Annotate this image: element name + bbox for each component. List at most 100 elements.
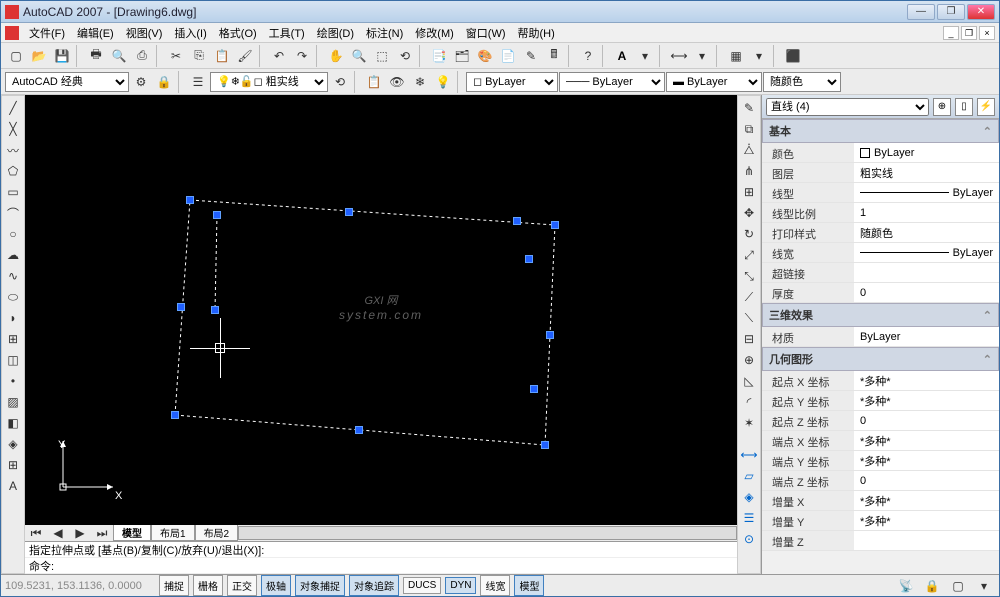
extend-icon[interactable]: ⟍ — [738, 308, 760, 328]
prop-linetype[interactable]: ByLayer — [854, 183, 999, 202]
copy-obj-icon[interactable]: ⧉ — [738, 119, 760, 139]
mtext-icon[interactable]: A — [2, 476, 24, 496]
prop-thickness[interactable]: 0 — [854, 283, 999, 302]
block-icon[interactable]: ⬛ — [782, 45, 804, 67]
region-icon[interactable]: ◈ — [2, 434, 24, 454]
array-icon[interactable]: ⊞ — [738, 182, 760, 202]
sheet-set-icon[interactable]: 📄 — [497, 45, 519, 67]
undo-icon[interactable]: ↶ — [268, 45, 290, 67]
select-objects-icon[interactable]: ▯ — [955, 98, 973, 116]
comm-center-icon[interactable]: 📡 — [895, 576, 917, 596]
insert-block-icon[interactable]: ⊞ — [2, 329, 24, 349]
linetype-combo[interactable]: ─── ByLayer — [559, 72, 665, 92]
layout-tab-layout1[interactable]: 布局1 — [151, 525, 195, 541]
grip[interactable] — [541, 441, 549, 449]
polygon-icon[interactable]: ⬠ — [2, 161, 24, 181]
menu-tools[interactable]: 工具(T) — [263, 23, 311, 43]
pan-icon[interactable]: ✋ — [325, 45, 347, 67]
rectangle-icon[interactable]: ▭ — [2, 182, 24, 202]
area-icon[interactable]: ▱ — [738, 466, 760, 486]
doc-minimize[interactable]: _ — [943, 26, 959, 40]
ortho-toggle[interactable]: 正交 — [227, 575, 257, 596]
doc-close[interactable]: × — [979, 26, 995, 40]
grip[interactable] — [513, 217, 521, 225]
publish-icon[interactable]: ⎙ — [131, 45, 153, 67]
prop-end-y[interactable]: *多种* — [854, 451, 999, 470]
command-prompt[interactable]: 命令: — [25, 558, 737, 574]
fillet-icon[interactable]: ◜ — [738, 392, 760, 412]
chevron-down-icon[interactable]: ▾ — [748, 45, 770, 67]
grip[interactable] — [525, 255, 533, 263]
dim-style-icon[interactable]: ⟷ — [668, 45, 690, 67]
drawing-canvas[interactable]: GXI 网 system.com Y X — [25, 95, 737, 525]
ellipse-icon[interactable]: ⬭ — [2, 287, 24, 307]
layer-states-icon[interactable]: 📋 — [363, 71, 385, 93]
tab-first-icon[interactable]: ⏮ — [25, 523, 47, 543]
menu-view[interactable]: 视图(V) — [120, 23, 169, 43]
distance-icon[interactable]: ⟷ — [738, 445, 760, 465]
zoom-prev-icon[interactable]: ⟲ — [394, 45, 416, 67]
workspace-combo[interactable]: AutoCAD 经典 — [5, 72, 129, 92]
doc-restore[interactable]: ❐ — [961, 26, 977, 40]
design-center-icon[interactable]: 🗂 — [451, 45, 473, 67]
menu-edit[interactable]: 编辑(E) — [71, 23, 120, 43]
help-icon[interactable]: ? — [577, 45, 599, 67]
grip[interactable] — [213, 211, 221, 219]
scale-icon[interactable]: ⤢ — [738, 245, 760, 265]
arc-icon[interactable]: ⌒ — [2, 203, 24, 223]
prop-lineweight[interactable]: ByLayer — [854, 243, 999, 262]
prop-delta-x[interactable]: *多种* — [854, 491, 999, 510]
line-icon[interactable]: ╱ — [2, 98, 24, 118]
point-icon[interactable]: • — [2, 371, 24, 391]
model-toggle[interactable]: 模型 — [514, 575, 544, 596]
calc-icon[interactable]: 🖩 — [543, 45, 565, 67]
prop-start-y[interactable]: *多种* — [854, 391, 999, 410]
grip[interactable] — [345, 208, 353, 216]
preview-icon[interactable]: 🔍 — [108, 45, 130, 67]
menu-format[interactable]: 格式(O) — [213, 23, 263, 43]
chevron-down-icon[interactable]: ▾ — [691, 45, 713, 67]
prop-delta-z[interactable] — [854, 531, 999, 550]
snap-toggle[interactable]: 捕捉 — [159, 575, 189, 596]
redo-icon[interactable]: ↷ — [291, 45, 313, 67]
lwt-toggle[interactable]: 线宽 — [480, 575, 510, 596]
make-block-icon[interactable]: ◫ — [2, 350, 24, 370]
circle-icon[interactable]: ○ — [2, 224, 24, 244]
plotstyle-combo[interactable]: 随颜色 — [763, 72, 841, 92]
prop-ltscale[interactable]: 1 — [854, 203, 999, 222]
chevron-down-icon[interactable]: ▾ — [634, 45, 656, 67]
section-geometry[interactable]: 几何图形⌃ — [762, 347, 999, 371]
ellipse-arc-icon[interactable]: ◗ — [2, 308, 24, 328]
layout-tab-model[interactable]: 模型 — [113, 525, 151, 541]
grid-toggle[interactable]: 栅格 — [193, 575, 223, 596]
paste-icon[interactable]: 📋 — [211, 45, 233, 67]
lock-ui-icon[interactable]: 🔒 — [921, 576, 943, 596]
quick-select-icon[interactable]: ⊕ — [933, 98, 951, 116]
spline-icon[interactable]: ∿ — [2, 266, 24, 286]
match-icon[interactable]: 🖌 — [234, 45, 256, 67]
tab-prev-icon[interactable]: ◀ — [47, 523, 69, 543]
toggle-pick-icon[interactable]: ⚡ — [977, 98, 995, 116]
grip[interactable] — [171, 411, 179, 419]
section-3d[interactable]: 三维效果⌃ — [762, 303, 999, 327]
revcloud-icon[interactable]: ☁ — [2, 245, 24, 265]
cut-icon[interactable]: ✂ — [165, 45, 187, 67]
prop-delta-y[interactable]: *多种* — [854, 511, 999, 530]
prop-hyperlink[interactable] — [854, 263, 999, 282]
grip[interactable] — [551, 221, 559, 229]
layer-combo[interactable]: 💡❄🔓◻ 粗实线 — [210, 72, 328, 92]
trim-icon[interactable]: ⟋ — [738, 287, 760, 307]
text-style-icon[interactable]: A — [611, 45, 633, 67]
prop-start-x[interactable]: *多种* — [854, 371, 999, 390]
prop-end-x[interactable]: *多种* — [854, 431, 999, 450]
prop-plotstyle[interactable]: 随颜色 — [854, 223, 999, 242]
ducs-toggle[interactable]: DUCS — [403, 577, 441, 594]
region-prop-icon[interactable]: ◈ — [738, 487, 760, 507]
grip[interactable] — [355, 426, 363, 434]
properties-icon[interactable]: 📑 — [428, 45, 450, 67]
list-icon[interactable]: ☰ — [738, 508, 760, 528]
break-icon[interactable]: ⊟ — [738, 329, 760, 349]
layer-off-icon[interactable]: 💡 — [432, 71, 454, 93]
dyn-toggle[interactable]: DYN — [445, 577, 476, 594]
section-basic[interactable]: 基本⌃ — [762, 119, 999, 143]
